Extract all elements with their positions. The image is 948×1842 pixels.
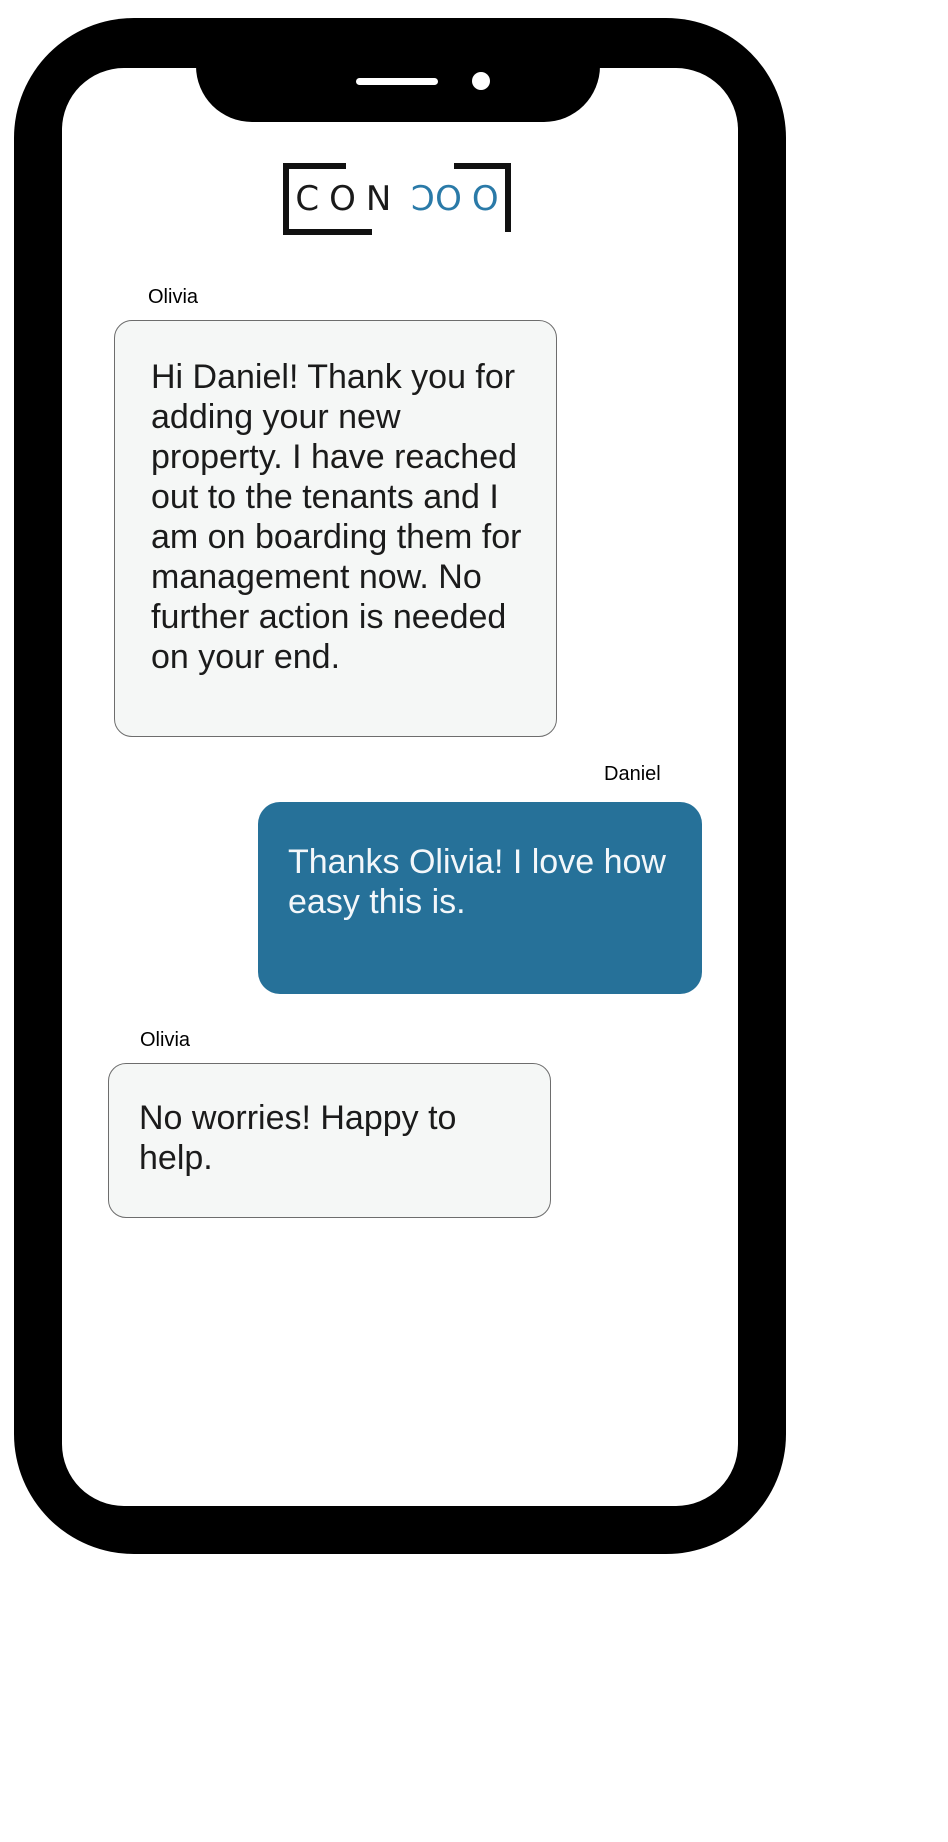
- logo-mirrored-glyph: C: [401, 179, 436, 219]
- logo-text-end: OO: [435, 179, 509, 219]
- incoming-message-bubble: Hi Daniel! Thank you for adding your new…: [114, 320, 557, 737]
- message-sender: Olivia: [140, 1029, 191, 1051]
- outgoing-message-bubble: Thanks Olivia! I love how easy this is.: [258, 802, 702, 994]
- app-logo: CON C OO: [282, 162, 512, 236]
- phone-notch: [196, 50, 600, 122]
- phone-screen: [62, 68, 738, 1506]
- message-sender: Daniel: [604, 763, 661, 785]
- incoming-message-bubble: No worries! Happy to help.: [108, 1063, 551, 1218]
- message-sender: Olivia: [148, 286, 199, 308]
- logo-text-start: CON: [295, 179, 402, 219]
- logo-wordmark: CON C OO: [282, 162, 512, 236]
- camera-icon: [472, 72, 490, 90]
- speaker-icon: [356, 78, 438, 85]
